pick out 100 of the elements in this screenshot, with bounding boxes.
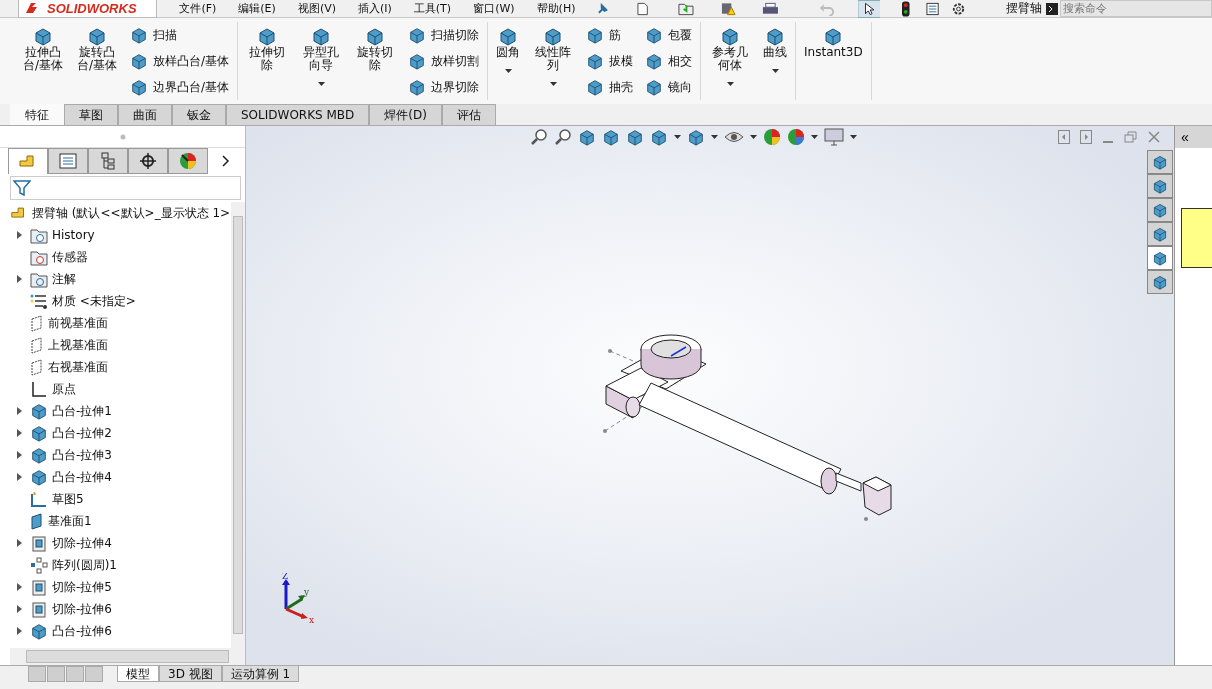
expand-arrow-icon[interactable] [16, 583, 22, 591]
task-pane-tab[interactable] [1147, 150, 1173, 174]
caret-icon[interactable] [549, 82, 557, 86]
ribbon-button[interactable]: 圆角 [494, 22, 523, 73]
menu-item[interactable]: 插入(I) [358, 1, 392, 16]
tree-item[interactable]: 原点 [52, 380, 76, 398]
task-pane-tab[interactable] [1147, 174, 1173, 198]
menu-item[interactable]: 窗口(W) [473, 1, 515, 16]
caret-icon[interactable] [317, 82, 325, 86]
ribbon-button[interactable]: 放样凸台/基体 [128, 48, 232, 74]
tree-item[interactable]: 草图5 [52, 490, 84, 508]
ribbon-button[interactable]: 曲线 [761, 22, 790, 73]
menu-item[interactable]: 视图(V) [297, 1, 336, 16]
ribbon-button[interactable]: 扫描切除 [406, 22, 482, 48]
ribbon-button[interactable]: 线性阵列 [530, 22, 577, 86]
graphics-area[interactable]: Z y x [246, 126, 1174, 665]
search-field[interactable]: 搜索命令 [1060, 0, 1212, 17]
tree-item[interactable]: 传感器 [52, 248, 88, 266]
zoom-icon[interactable] [554, 128, 572, 146]
ribbon-button[interactable]: 旋转切除 [352, 22, 399, 72]
expand-arrow-icon[interactable] [16, 627, 22, 635]
expand-arrow-icon[interactable] [16, 231, 22, 239]
close-icon[interactable] [1148, 130, 1160, 144]
command-tab[interactable]: 评估 [441, 104, 496, 125]
settings-icon[interactable] [951, 0, 966, 17]
ribbon-button[interactable]: 参考几何体 [707, 22, 754, 86]
tree-item[interactable]: History [52, 228, 95, 242]
tree-item[interactable]: 上视基准面 [48, 336, 108, 354]
task-pane-tab[interactable] [1147, 270, 1173, 294]
command-tab[interactable]: SOLIDWORKS MBD [226, 104, 370, 125]
command-tab[interactable]: 钣金 [172, 104, 226, 125]
ribbon-button[interactable]: 包覆 [643, 22, 695, 48]
color-ball-icon[interactable] [787, 128, 805, 146]
command-tab[interactable]: 草图 [64, 104, 118, 125]
ribbon-button[interactable]: 异型孔向导 [298, 22, 345, 86]
caret-icon[interactable] [726, 82, 734, 86]
tree-item[interactable]: 材质 <未指定> [52, 292, 136, 310]
model-tab[interactable]: 3D 视图 [159, 666, 222, 682]
model-tab[interactable]: 模型 [117, 666, 159, 682]
next-pane-icon[interactable] [1080, 130, 1092, 144]
ribbon-button[interactable]: 边界凸台/基体 [128, 74, 232, 100]
command-tab[interactable]: 特征 [10, 104, 64, 125]
manager-tab[interactable] [128, 148, 168, 174]
tree-item[interactable]: 前视基准面 [48, 314, 108, 332]
expand-arrow-icon[interactable] [16, 407, 22, 415]
color-ball-icon[interactable] [763, 128, 781, 146]
menu-item[interactable]: 编辑(E) [238, 1, 276, 16]
expand-arrow-icon[interactable] [16, 473, 22, 481]
chevron-right-icon[interactable] [222, 155, 230, 167]
task-pane-tab[interactable] [1147, 246, 1173, 270]
previous-pane-icon[interactable] [1058, 130, 1070, 144]
caret-icon[interactable] [771, 69, 779, 73]
command-tab[interactable]: 曲面 [118, 104, 172, 125]
expand-arrow-icon[interactable] [16, 429, 22, 437]
ribbon-button[interactable]: 拉伸凸台/基体 [20, 22, 66, 72]
tree-item[interactable]: 凸台-拉伸1 [52, 402, 112, 420]
vertical-scrollbar[interactable] [231, 202, 245, 648]
tree-item[interactable]: 凸台-拉伸3 [52, 446, 112, 464]
tree-item[interactable]: 注解 [52, 270, 76, 288]
traffic-light-icon[interactable] [902, 0, 910, 17]
menu-item[interactable]: 文件(F) [179, 1, 217, 16]
ribbon-button[interactable]: 镜向 [643, 74, 695, 100]
tree-item[interactable]: 切除-拉伸6 [52, 600, 112, 618]
menu-item[interactable]: 工具(T) [413, 1, 452, 16]
cursor-icon[interactable] [857, 0, 881, 18]
ribbon-button[interactable]: 边界切除 [406, 74, 482, 100]
filter-field[interactable] [10, 176, 241, 200]
model-tab[interactable]: 运动算例 1 [221, 666, 300, 682]
caret-icon[interactable] [504, 69, 512, 73]
expand-arrow-icon[interactable] [16, 275, 22, 283]
ribbon-button[interactable]: Instant3D [802, 22, 865, 59]
ribbon-button[interactable]: 扫描 [128, 22, 232, 48]
ribbon-button[interactable]: 相交 [643, 48, 695, 74]
open-folder-icon[interactable] [678, 1, 695, 16]
save-warning-icon[interactable] [720, 1, 736, 16]
eye-icon[interactable] [724, 130, 744, 144]
list-icon[interactable] [925, 1, 939, 16]
zoom-icon[interactable] [530, 128, 548, 146]
task-pane-tab[interactable] [1147, 198, 1173, 222]
ribbon-button[interactable]: 拉伸切除 [244, 22, 291, 72]
ribbon-button[interactable]: 拔模 [584, 48, 636, 74]
tree-item[interactable]: 切除-拉伸5 [52, 578, 112, 596]
monitor-icon[interactable] [824, 128, 844, 146]
expand-arrow-icon[interactable] [16, 539, 22, 547]
ribbon-button[interactable]: 放样切割 [406, 48, 482, 74]
command-tab[interactable]: 焊件(D) [369, 104, 442, 125]
tree-item[interactable]: 基准面1 [48, 512, 92, 530]
tree-root[interactable]: 摆臂轴 (默认<<默认>_显示状态 1> [32, 204, 231, 222]
new-document-icon[interactable] [636, 1, 648, 16]
expand-arrow-icon[interactable] [16, 605, 22, 613]
tree-item[interactable]: 凸台-拉伸4 [52, 468, 112, 486]
collapse-button[interactable]: « [1175, 126, 1212, 148]
horizontal-scrollbar[interactable] [10, 648, 245, 665]
tree-item[interactable]: 切除-拉伸4 [52, 534, 112, 552]
task-pane-tab[interactable] [1147, 222, 1173, 246]
ribbon-button[interactable]: 抽壳 [584, 74, 636, 100]
tree-item[interactable]: 阵列(圆周)1 [52, 556, 117, 574]
ribbon-button[interactable]: 筋 [584, 22, 636, 48]
ribbon-button[interactable]: 旋转凸台/基体 [74, 22, 120, 72]
pin-icon[interactable] [597, 2, 609, 15]
